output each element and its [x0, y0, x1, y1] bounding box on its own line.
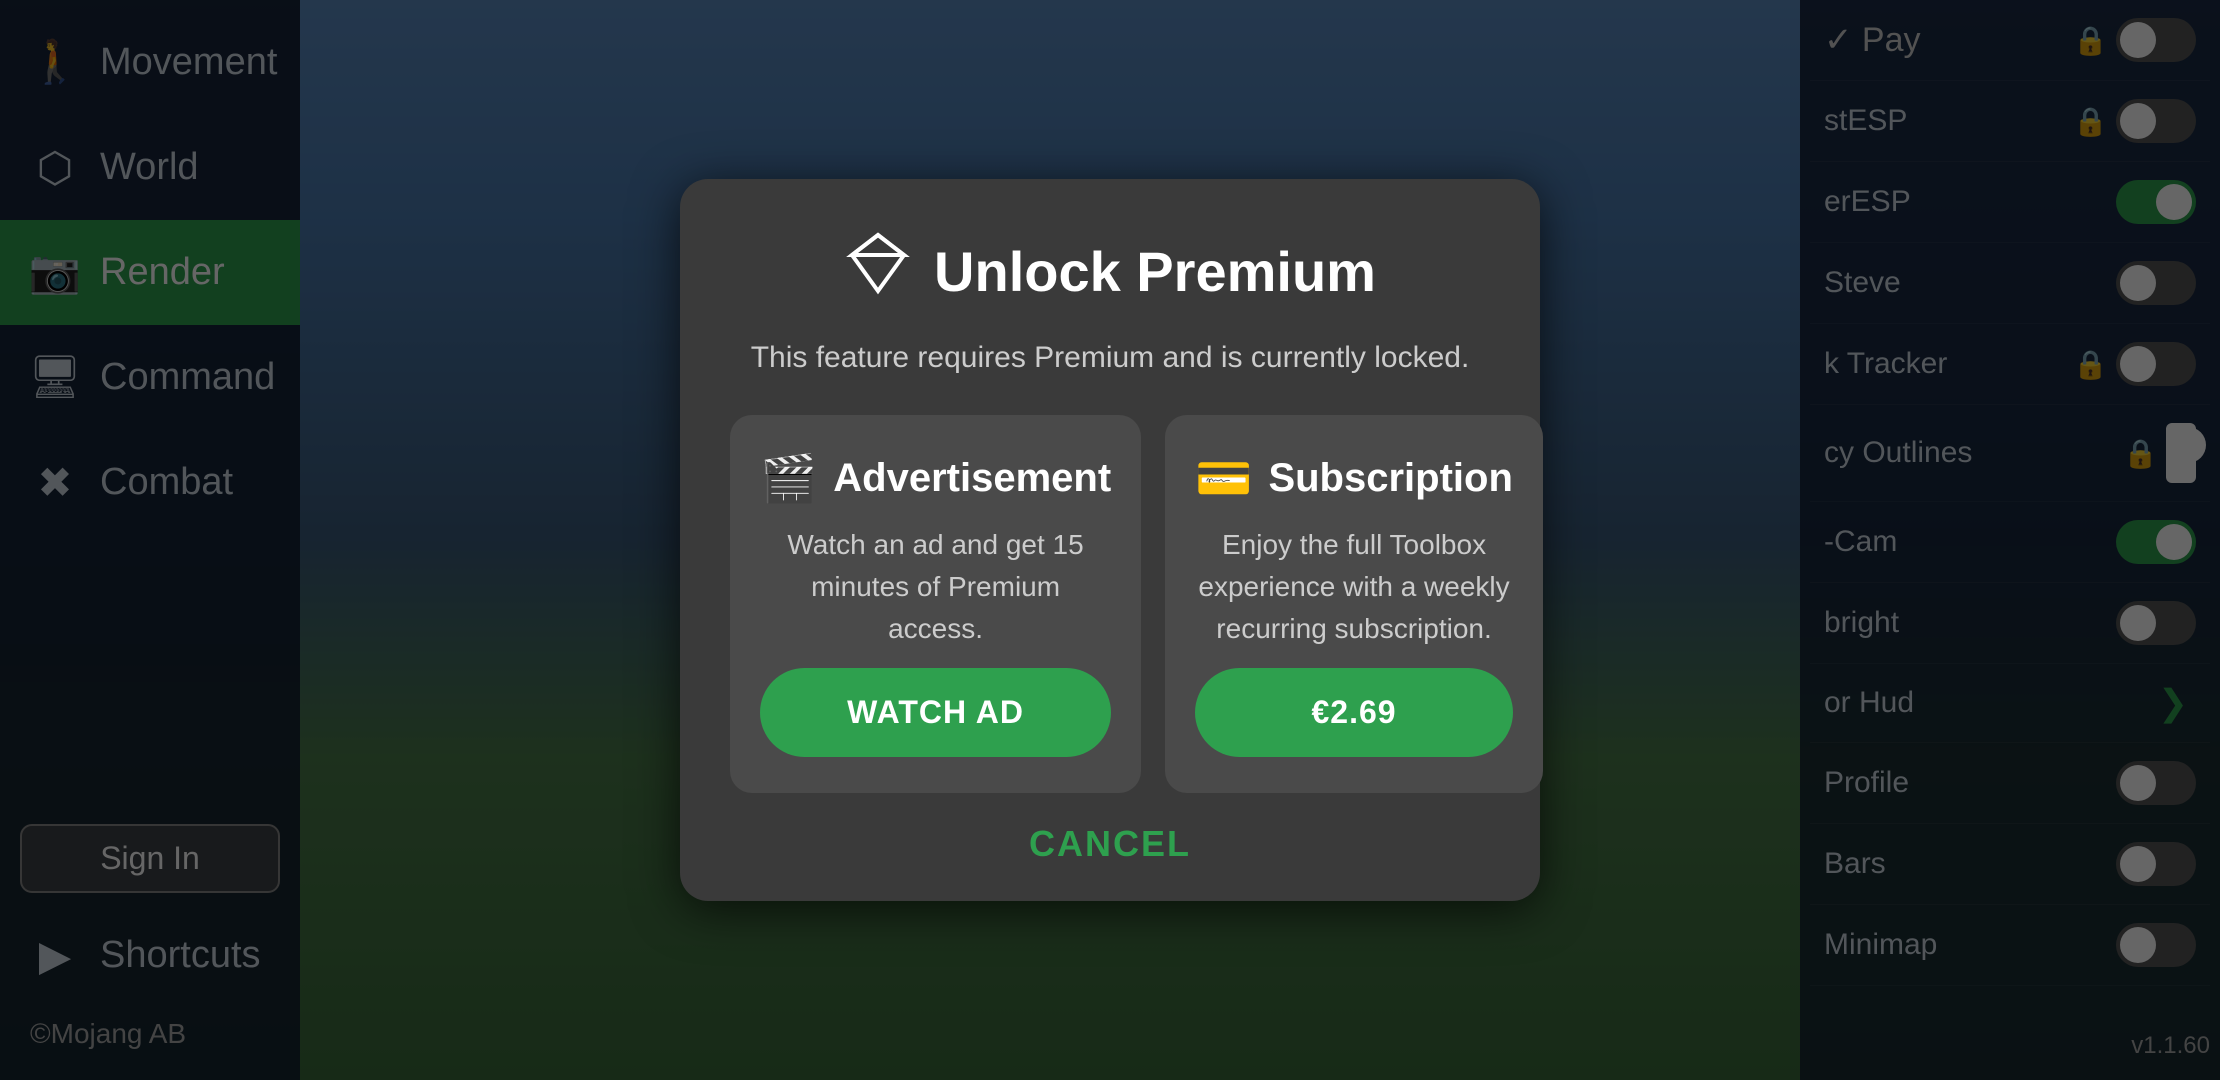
sub-card-title: Subscription — [1268, 456, 1512, 501]
advertisement-card: 🎬 Advertisement Watch an ad and get 15 m… — [730, 415, 1141, 793]
modal-subtitle: This feature requires Premium and is cur… — [751, 337, 1470, 379]
watch-ad-button[interactable]: WATCH AD — [760, 668, 1111, 757]
modal-cards: 🎬 Advertisement Watch an ad and get 15 m… — [730, 415, 1490, 793]
subscription-card: 💳 Subscription Enjoy the full Toolbox ex… — [1165, 415, 1543, 793]
ad-card-header: 🎬 Advertisement — [760, 451, 1111, 506]
ad-card-title: Advertisement — [833, 456, 1111, 501]
unlock-premium-modal: Unlock Premium This feature requires Pre… — [680, 179, 1540, 901]
cancel-button[interactable]: CANCEL — [1029, 823, 1191, 865]
sub-card-header: 💳 Subscription — [1195, 451, 1513, 506]
sub-card-description: Enjoy the full Toolbox experience with a… — [1195, 524, 1513, 650]
diamond-icon — [844, 229, 912, 313]
modal-header: Unlock Premium — [844, 229, 1376, 313]
modal-footer: CANCEL — [730, 793, 1490, 901]
subscribe-button[interactable]: €2.69 — [1195, 668, 1513, 757]
modal-backdrop[interactable]: Unlock Premium This feature requires Pre… — [0, 0, 2220, 1080]
ad-card-description: Watch an ad and get 15 minutes of Premiu… — [760, 524, 1111, 650]
modal-title: Unlock Premium — [934, 239, 1376, 304]
subscription-icon: 💳 — [1195, 451, 1252, 506]
film-icon: 🎬 — [760, 451, 817, 506]
